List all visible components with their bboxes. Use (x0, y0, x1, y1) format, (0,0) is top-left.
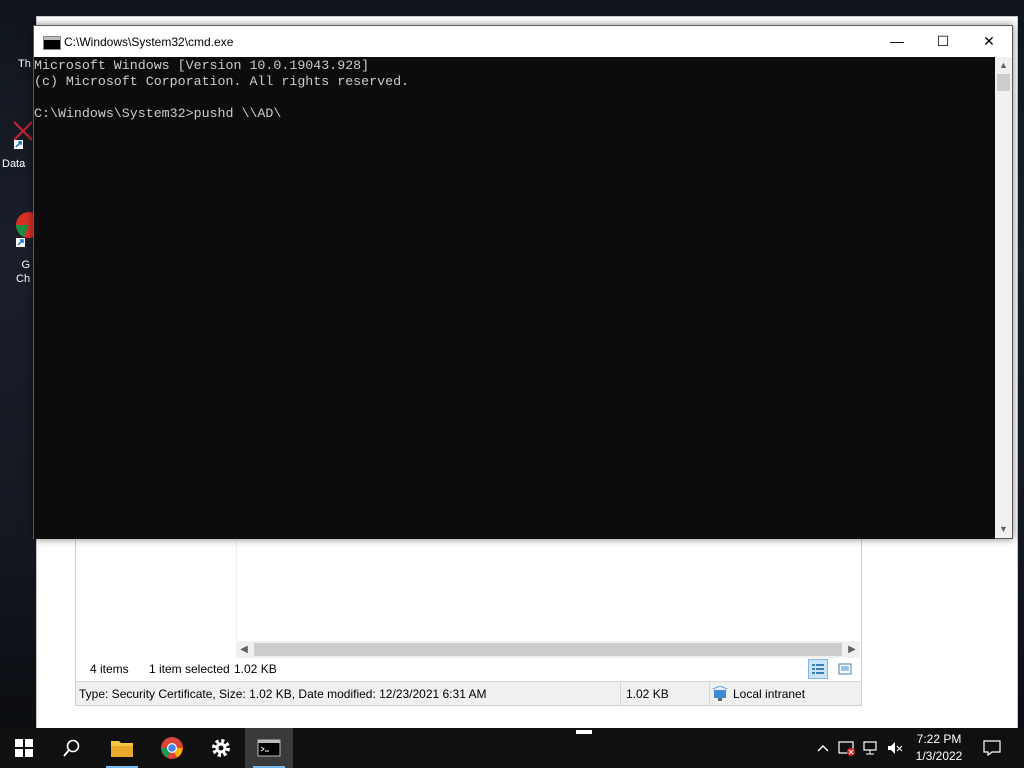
desktop-icon-label: Data (2, 158, 26, 170)
item-count: 4 items (90, 662, 129, 676)
show-hidden-icons-button[interactable] (812, 728, 834, 768)
volume-muted-icon[interactable] (884, 728, 906, 768)
selection-size: 1.02 KB (234, 662, 277, 676)
scroll-left-icon[interactable]: ◀ (236, 641, 252, 658)
status-bar: 4 items 1 item selected 1.02 KB (76, 658, 861, 680)
windows-security-icon[interactable] (836, 728, 858, 768)
horizontal-scrollbar[interactable]: ◀ ▶ (236, 641, 860, 658)
navigation-pane[interactable] (76, 537, 237, 642)
search-icon (63, 739, 80, 757)
minimize-button[interactable]: — (874, 26, 920, 57)
taskbar: 7:22 PM 1/3/2022 (0, 728, 1024, 768)
chrome-button[interactable] (148, 728, 196, 768)
title-bar[interactable]: C:\Windows\System32\cmd.exe — ☐ ✕ (34, 26, 1012, 57)
action-center-button[interactable] (978, 728, 1006, 768)
explorer-window: ◀ ▶ 4 items 1 item selected 1.02 KB Type… (75, 536, 862, 706)
cmd-window: C:\Windows\System32\cmd.exe — ☐ ✕ Micros… (33, 25, 1013, 539)
scroll-up-icon[interactable]: ▲ (995, 57, 1012, 74)
console-line: Microsoft Windows [Version 10.0.19043.92… (34, 58, 370, 73)
console-output[interactable]: Microsoft Windows [Version 10.0.19043.92… (34, 57, 995, 539)
file-size: 1.02 KB (626, 687, 669, 701)
gear-icon (212, 739, 230, 757)
search-button[interactable] (48, 728, 96, 768)
settings-button[interactable] (197, 728, 245, 768)
large-icons-view-icon[interactable] (835, 659, 855, 679)
window-title: C:\Windows\System32\cmd.exe (64, 35, 234, 49)
desktop-icon-label: G Ch (16, 259, 31, 285)
intranet-icon (712, 686, 728, 701)
chrome-icon (161, 737, 183, 759)
start-button[interactable] (0, 728, 48, 768)
scroll-right-icon[interactable]: ▶ (844, 641, 860, 658)
maximize-button[interactable]: ☐ (920, 26, 966, 57)
windows-icon (15, 739, 33, 757)
scrollbar-thumb[interactable] (254, 643, 842, 656)
details-bar: Type: Security Certificate, Size: 1.02 K… (76, 681, 861, 705)
chevron-up-icon (817, 745, 829, 752)
scroll-down-icon[interactable]: ▼ (995, 521, 1012, 538)
cmd-icon (257, 739, 281, 757)
clock-date: 1/3/2022 (915, 749, 963, 763)
close-button[interactable]: ✕ (966, 26, 1012, 57)
desktop-icon-label: Th (18, 58, 31, 70)
cmd-app-icon[interactable] (43, 36, 61, 50)
clock-time: 7:22 PM (916, 732, 962, 746)
clock[interactable]: 7:22 PM 1/3/2022 (906, 731, 972, 765)
file-explorer-button[interactable] (98, 728, 146, 768)
cmd-taskbar-button[interactable] (245, 728, 293, 768)
file-details: Type: Security Certificate, Size: 1.02 K… (79, 687, 487, 701)
notification-icon (983, 740, 1001, 756)
scrollbar-thumb[interactable] (997, 74, 1010, 91)
selection-count: 1 item selected (149, 662, 230, 676)
console-line: (c) Microsoft Corporation. All rights re… (34, 74, 410, 89)
task-view-handle-icon (576, 730, 592, 734)
view-buttons (804, 659, 855, 681)
details-view-icon[interactable] (807, 659, 828, 679)
network-icon[interactable] (860, 728, 882, 768)
console-line: C:\Windows\System32>pushd \\AD\ (34, 106, 282, 121)
vertical-scrollbar[interactable]: ▲ ▼ (995, 57, 1012, 538)
security-zone: Local intranet (733, 687, 806, 701)
folder-icon (111, 741, 133, 757)
